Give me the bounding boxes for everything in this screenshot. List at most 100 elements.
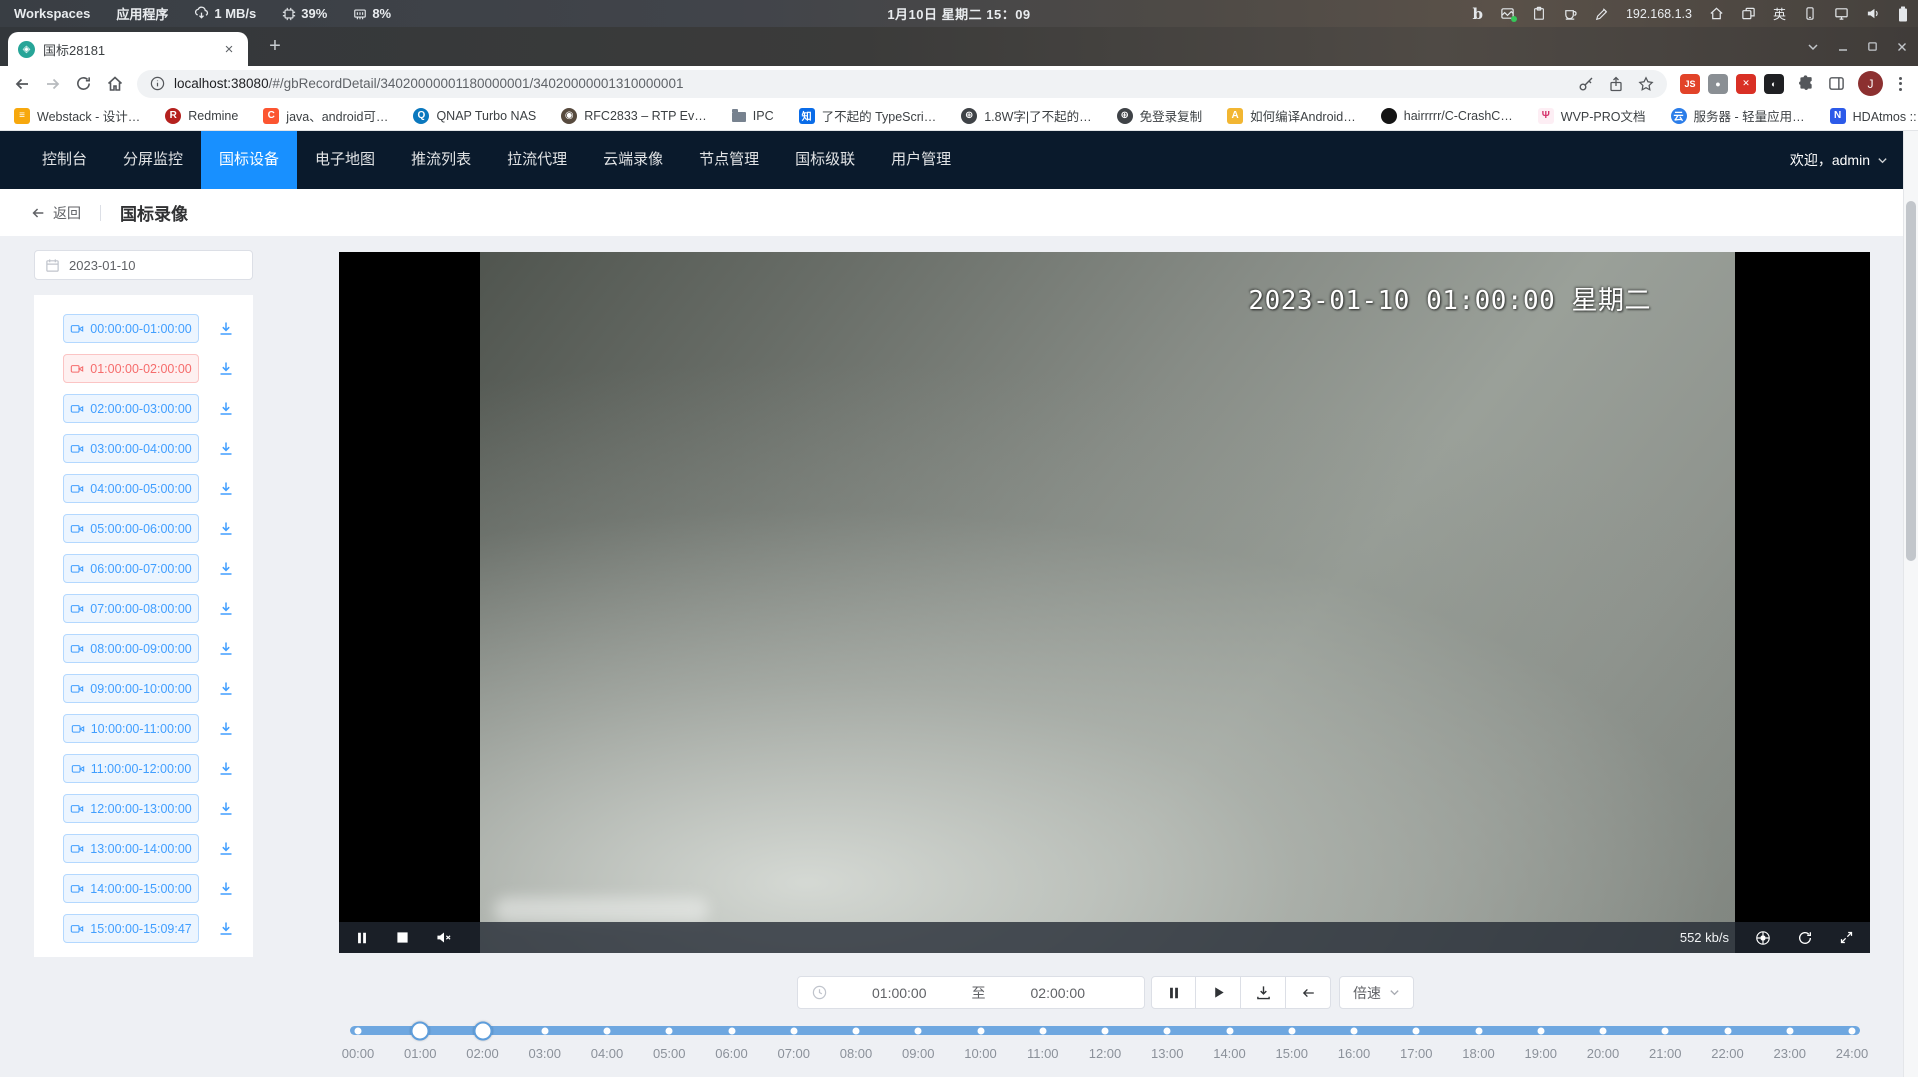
url-text[interactable]: localhost:38080/#/gbRecordDetail/3402000… <box>174 76 1569 91</box>
ext-cookie-icon[interactable]: ● <box>1708 74 1728 94</box>
back-link[interactable]: 返回 <box>30 203 81 223</box>
segment-download-button[interactable] <box>218 841 234 857</box>
bookmark-item[interactable]: ⊕免登录复制 <box>1117 106 1203 125</box>
snapshot-aperture-icon[interactable] <box>1755 930 1771 946</box>
nav-item-4[interactable]: 电子地图 <box>297 131 393 189</box>
nav-item-8[interactable]: 节点管理 <box>681 131 777 189</box>
segment-button[interactable]: 08:00:00-09:00:00 <box>63 634 199 663</box>
bookmark-item[interactable]: ΨWVP-PRO文档 <box>1538 106 1646 125</box>
segment-download-button[interactable] <box>218 561 234 577</box>
segment-download-button[interactable] <box>218 481 234 497</box>
segment-download-button[interactable] <box>218 681 234 697</box>
nav-item-5[interactable]: 推流列表 <box>393 131 489 189</box>
fullscreen-icon[interactable] <box>1839 930 1854 945</box>
nav-item-6[interactable]: 拉流代理 <box>489 131 585 189</box>
segment-button[interactable]: 11:00:00-12:00:00 <box>63 754 199 783</box>
player-mute-icon[interactable] <box>436 930 452 945</box>
browser-tab[interactable]: ◈ 国标28181 × <box>8 32 248 66</box>
ext-dark-icon[interactable]: ◐ <box>1764 74 1784 94</box>
segment-download-button[interactable] <box>218 321 234 337</box>
bookmark-item[interactable]: A如何编译Android… <box>1227 106 1356 125</box>
segment-download-button[interactable] <box>218 921 234 937</box>
bookmark-item[interactable]: ⊕1.8W字|了不起的… <box>961 106 1091 125</box>
clipboard-tray-icon[interactable] <box>1532 6 1546 21</box>
browser-menu-kebab-icon[interactable] <box>1891 77 1910 91</box>
battery-tray-icon[interactable] <box>1898 6 1908 22</box>
bookmark-item[interactable]: hairrrrr/C-CrashC… <box>1381 108 1513 124</box>
site-info-icon[interactable] <box>150 76 165 91</box>
display-tray-icon[interactable] <box>1834 6 1849 21</box>
segment-button[interactable]: 10:00:00-11:00:00 <box>63 714 199 743</box>
segment-button[interactable]: 00:00:00-01:00:00 <box>63 314 199 343</box>
download-button[interactable] <box>1241 976 1286 1009</box>
nav-item-7[interactable]: 云端录像 <box>585 131 681 189</box>
player-pause-icon[interactable] <box>355 931 369 945</box>
player-refresh-icon[interactable] <box>1797 930 1813 946</box>
ip-address-indicator[interactable]: 192.168.1.3 <box>1626 7 1692 21</box>
volume-tray-icon[interactable] <box>1866 6 1881 21</box>
nav-item-9[interactable]: 国标级联 <box>777 131 873 189</box>
new-tab-button[interactable]: + <box>262 34 288 60</box>
tab-close-icon[interactable]: × <box>220 40 238 58</box>
play-button[interactable] <box>1196 976 1241 1009</box>
range-start-value[interactable]: 01:00:00 <box>827 985 972 1001</box>
player-stop-icon[interactable] <box>396 931 409 944</box>
bookmark-item[interactable]: RRedmine <box>165 108 238 124</box>
share-icon[interactable] <box>1608 76 1624 92</box>
extensions-puzzle-icon[interactable] <box>1792 70 1819 97</box>
reload-button[interactable] <box>70 70 97 97</box>
nav-item-1[interactable]: 控制台 <box>24 131 105 189</box>
scrollbar-thumb[interactable] <box>1906 201 1916 561</box>
bookmark-item[interactable]: IPC <box>732 109 774 123</box>
segment-download-button[interactable] <box>218 441 234 457</box>
timeline-range-handle[interactable] <box>411 1021 430 1040</box>
time-range-input[interactable]: 01:00:00 至 02:00:00 <box>797 976 1145 1009</box>
segment-button-active[interactable]: 01:00:00-02:00:00 <box>63 354 199 383</box>
nav-item-3[interactable]: 国标设备 <box>201 131 297 189</box>
playback-speed-select[interactable]: 倍速 <box>1339 976 1414 1009</box>
workspaces-button[interactable]: Workspaces <box>14 6 90 21</box>
password-key-icon[interactable] <box>1578 76 1594 92</box>
forward-button[interactable] <box>39 70 66 97</box>
segment-download-button[interactable] <box>218 761 234 777</box>
ext-blocker-icon[interactable]: ✕ <box>1736 74 1756 94</box>
segment-download-button[interactable] <box>218 801 234 817</box>
coffee-tray-icon[interactable] <box>1563 6 1578 21</box>
segment-download-button[interactable] <box>218 361 234 377</box>
bookmark-item[interactable]: NHDAtmos :: 种子 *… <box>1830 106 1918 125</box>
segment-button[interactable]: 07:00:00-08:00:00 <box>63 594 199 623</box>
window-minimize-icon[interactable] <box>1837 41 1849 53</box>
segment-download-button[interactable] <box>218 401 234 417</box>
pause-button[interactable] <box>1151 976 1196 1009</box>
segment-download-button[interactable] <box>218 881 234 897</box>
window-close-icon[interactable] <box>1896 41 1908 53</box>
window-maximize-icon[interactable] <box>1867 41 1878 52</box>
bookmark-item[interactable]: ◉RFC2833 – RTP Ev… <box>561 108 707 124</box>
range-end-value[interactable]: 02:00:00 <box>986 985 1131 1001</box>
segment-button[interactable]: 12:00:00-13:00:00 <box>63 794 199 823</box>
phone-link-tray-icon[interactable] <box>1803 6 1817 21</box>
segment-button[interactable]: 13:00:00-14:00:00 <box>63 834 199 863</box>
workspaces-switcher-icon[interactable] <box>1741 6 1756 21</box>
segment-button[interactable]: 14:00:00-15:00:00 <box>63 874 199 903</box>
segment-button[interactable]: 06:00:00-07:00:00 <box>63 554 199 583</box>
ext-json-icon[interactable]: JS <box>1680 74 1700 94</box>
applications-menu[interactable]: 应用程序 <box>116 4 168 23</box>
bookmark-star-icon[interactable] <box>1638 76 1654 92</box>
address-bar[interactable]: localhost:38080/#/gbRecordDetail/3402000… <box>137 70 1667 98</box>
seek-back-button[interactable] <box>1286 976 1331 1009</box>
segment-download-button[interactable] <box>218 521 234 537</box>
segment-button[interactable]: 09:00:00-10:00:00 <box>63 674 199 703</box>
bookmark-item[interactable]: 知了不起的 TypeScri… <box>799 106 937 125</box>
bookmark-item[interactable]: Cjava、android可… <box>263 106 388 125</box>
screenshot-tray-icon[interactable] <box>1500 6 1515 21</box>
segment-button[interactable]: 03:00:00-04:00:00 <box>63 434 199 463</box>
color-picker-tray-icon[interactable] <box>1595 7 1609 21</box>
home-tray-icon[interactable] <box>1709 6 1724 21</box>
timeline-range-handle[interactable] <box>473 1021 492 1040</box>
segment-button[interactable]: 15:00:00-15:09:47 <box>63 914 199 943</box>
ime-indicator[interactable]: 英 <box>1773 4 1786 23</box>
video-player[interactable]: 2023-01-10 01:00:00 星期二 552 kb/s <box>339 252 1870 953</box>
page-scrollbar[interactable] <box>1903 131 1918 1077</box>
home-button[interactable] <box>101 70 128 97</box>
